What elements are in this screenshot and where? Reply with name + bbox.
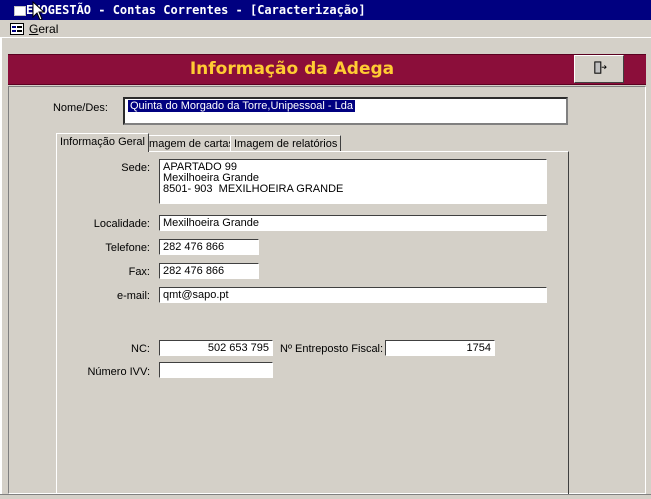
window-icon [14, 6, 26, 16]
tab-imagem-relatorios[interactable]: Imagem de relatórios [230, 135, 342, 151]
tab-informacao-geral[interactable]: Informação Geral [56, 133, 149, 152]
tab-imagem-cartas[interactable]: Imagem de cartas [142, 135, 239, 151]
exit-button[interactable] [574, 55, 624, 83]
localidade-label: Localidade: [93, 218, 150, 230]
fax-field[interactable]: 282 476 866 [159, 263, 259, 279]
telefone-label: Telefone: [105, 242, 150, 254]
form-icon [10, 23, 24, 35]
sede-label: Sede: [121, 162, 150, 174]
email-label: e-mail: [116, 290, 150, 302]
telefone-field[interactable]: 282 476 866 [159, 239, 259, 255]
nc-label: NC: [131, 343, 150, 355]
menu-bar [0, 20, 651, 38]
nome-value: Quinta do Morgado da Torre,Unipessoal - … [128, 100, 355, 112]
localidade-field[interactable]: Mexilhoeira Grande [159, 215, 547, 231]
entreposto-fiscal-label: Nº Entreposto Fiscal: [280, 343, 384, 355]
sede-field[interactable]: APARTADO 99 Mexilhoeira Grande 8501- 903… [159, 159, 547, 204]
entreposto-fiscal-field[interactable]: 1754 [385, 340, 495, 356]
menu-item-geral[interactable]: Geral [29, 22, 58, 36]
exit-door-icon [594, 61, 607, 74]
window-title: ENOGESTÃO - Contas Correntes - [Caracter… [26, 3, 366, 17]
numero-ivv-label: Número IVV: [87, 366, 150, 378]
menu-item-accel: G [29, 22, 39, 36]
menu-item-label: eral [38, 22, 59, 36]
nc-field[interactable]: 502 653 795 [159, 340, 273, 356]
email-field[interactable]: qmt@sapo.pt [159, 287, 547, 303]
fax-label: Fax: [128, 266, 150, 278]
nome-field[interactable]: Quinta do Morgado da Torre,Unipessoal - … [123, 97, 568, 125]
numero-ivv-field[interactable] [159, 362, 273, 378]
page-title: Informação da Adega [189, 59, 395, 79]
nome-label: Nome/Des: [52, 102, 108, 114]
window-bottom-border [0, 494, 651, 499]
